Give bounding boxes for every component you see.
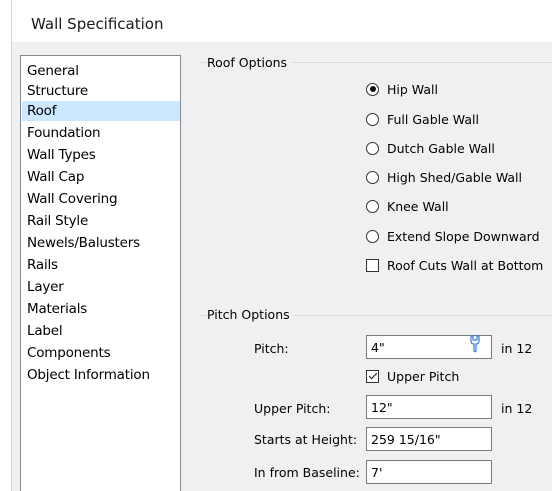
sidebar-item-foundation[interactable]: Foundation (22, 123, 180, 143)
knee-wall-label: Knee Wall (387, 198, 449, 214)
sidebar-item-newels-balusters[interactable]: Newels/Balusters (22, 233, 180, 253)
sidebar-item-structure[interactable]: Structure (22, 81, 180, 101)
high-shed-gable-wall-label: High Shed/Gable Wall (387, 169, 522, 185)
sidebar-item-layer[interactable]: Layer (22, 277, 180, 297)
sidebar-item-wall-cap[interactable]: Wall Cap (22, 167, 180, 187)
full-gable-wall-label: Full Gable Wall (387, 111, 479, 127)
dutch-gable-wall-radio[interactable] (366, 141, 379, 155)
starts-at-height-input[interactable] (366, 427, 492, 451)
upper-pitch-unit: in 12 (501, 401, 533, 416)
roof-cuts-wall-label: Roof Cuts Wall at Bottom (387, 257, 544, 273)
sidebar-item-rails[interactable]: Rails (22, 255, 180, 275)
upper-pitch-checkbox[interactable] (366, 369, 379, 383)
window-title: Wall Specification (31, 15, 164, 33)
in-from-baseline-label: In from Baseline: (254, 465, 360, 480)
knee-wall-radio[interactable] (366, 199, 379, 213)
pitch-label: Pitch: (254, 341, 289, 356)
dutch-gable-wall-label: Dutch Gable Wall (387, 140, 495, 156)
upper-pitch-input[interactable] (366, 395, 492, 419)
sidebar-item-general[interactable]: General (22, 61, 180, 81)
knee-wall-option[interactable]: Knee Wall (366, 197, 449, 215)
roof-cuts-wall-option[interactable]: Roof Cuts Wall at Bottom (366, 256, 543, 274)
sidebar-item-label[interactable]: Label (22, 321, 180, 341)
upper-pitch-label: Upper Pitch: (254, 401, 331, 416)
sidebar-item-wall-covering[interactable]: Wall Covering (22, 189, 180, 209)
hip-wall-radio[interactable] (366, 82, 379, 96)
upper-pitch-toggle-label: Upper Pitch (387, 368, 460, 384)
pitch-options-title: Pitch Options (207, 307, 294, 322)
sidebar-item-components[interactable]: Components (22, 343, 180, 363)
pitch-unit: in 12 (501, 341, 533, 356)
roof-cuts-wall-checkbox[interactable] (366, 258, 379, 272)
title-bar: Wall Specification (0, 0, 552, 43)
hip-wall-label: Hip Wall (387, 81, 438, 97)
sidebar-item-roof[interactable]: Roof (22, 101, 180, 121)
sidebar-nav: General Structure Roof Foundation Wall T… (20, 55, 181, 491)
extend-slope-downward-label: Extend Slope Downward (387, 228, 540, 244)
high-shed-gable-wall-option[interactable]: High Shed/Gable Wall (366, 168, 522, 186)
dutch-gable-wall-option[interactable]: Dutch Gable Wall (366, 139, 495, 157)
roof-options-title: Roof Options (207, 55, 292, 70)
sidebar-item-rail-style[interactable]: Rail Style (22, 211, 180, 231)
left-edge (0, 0, 12, 491)
extend-slope-downward-option[interactable]: Extend Slope Downward (366, 227, 540, 245)
high-shed-gable-wall-radio[interactable] (366, 170, 379, 184)
hip-wall-option[interactable]: Hip Wall (366, 80, 438, 98)
sidebar-item-object-information[interactable]: Object Information (22, 365, 180, 385)
full-gable-wall-radio[interactable] (366, 112, 379, 126)
starts-at-height-label: Starts at Height: (254, 432, 358, 447)
full-gable-wall-option[interactable]: Full Gable Wall (366, 110, 479, 128)
sidebar-item-materials[interactable]: Materials (22, 299, 180, 319)
extend-slope-downward-radio[interactable] (366, 229, 379, 243)
upper-pitch-toggle[interactable]: Upper Pitch (366, 367, 459, 385)
in-from-baseline-input[interactable] (366, 460, 492, 484)
wrench-icon[interactable] (466, 335, 484, 353)
sidebar-item-wall-types[interactable]: Wall Types (22, 145, 180, 165)
